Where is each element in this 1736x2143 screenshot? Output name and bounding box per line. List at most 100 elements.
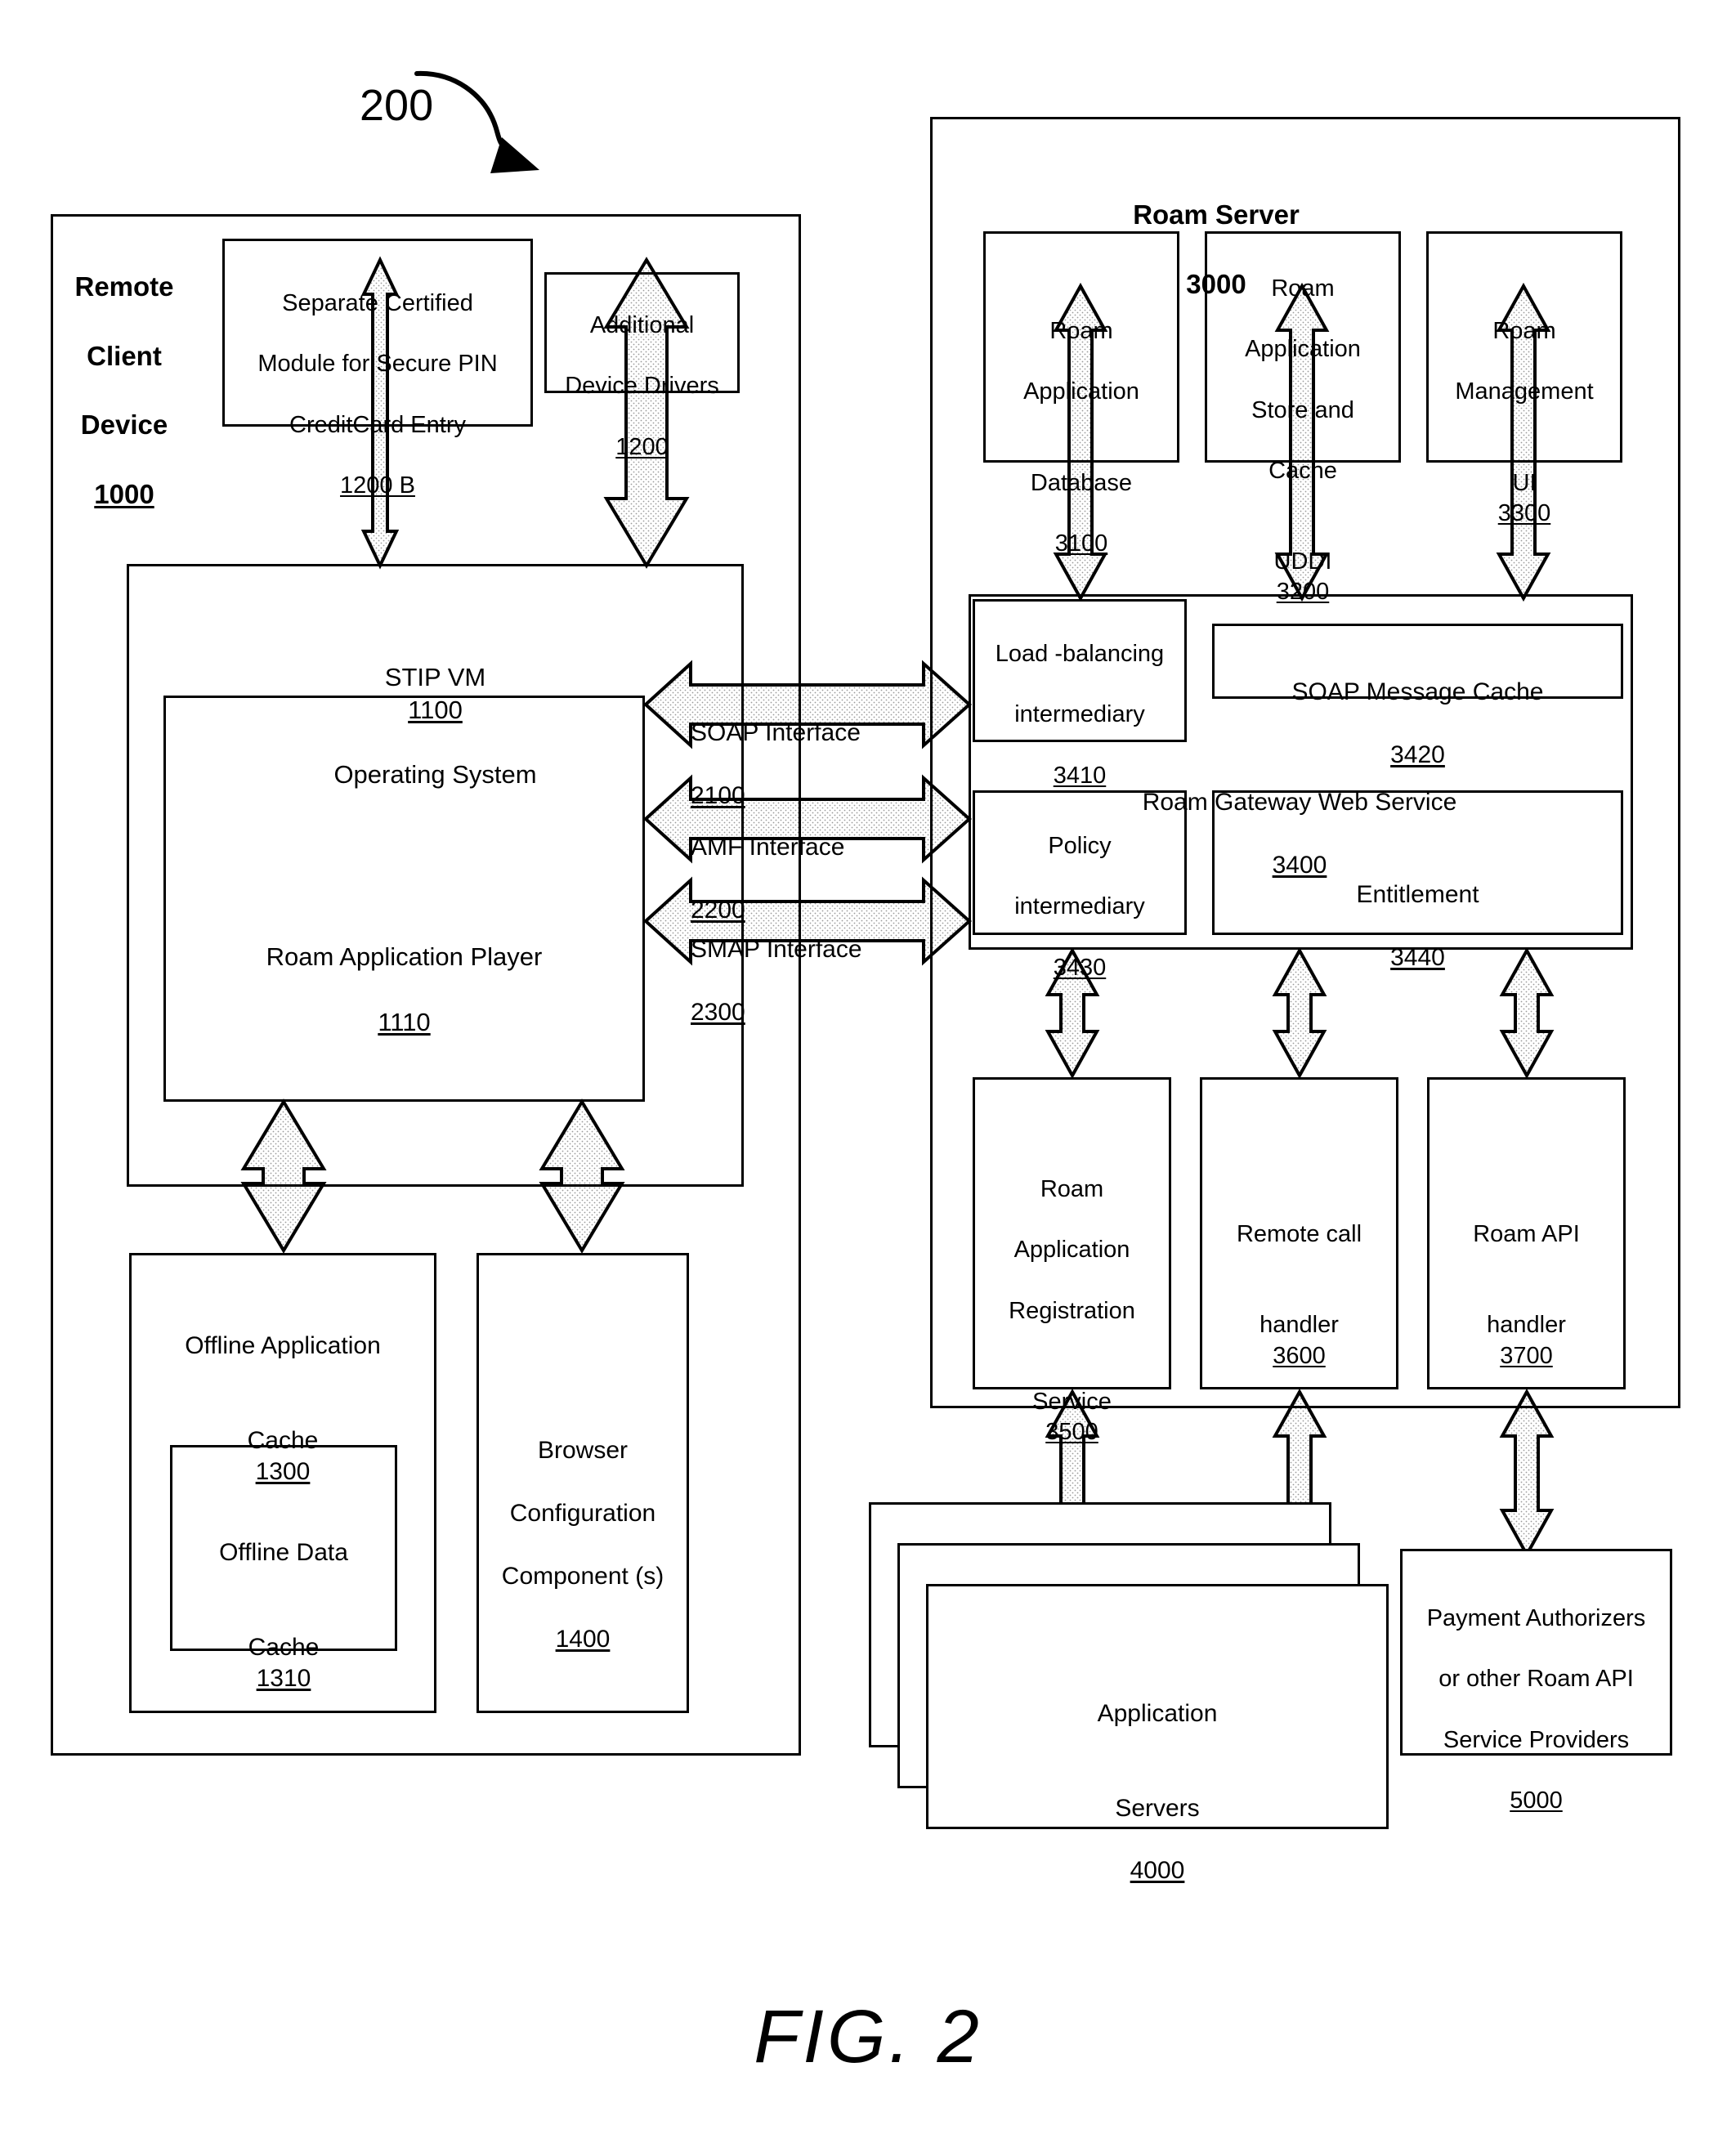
roam-application-database-label: Roam Application Database 3100 <box>983 286 1179 589</box>
roam-api-ref: 3700 <box>1500 1342 1553 1369</box>
roam-application-registration-service-label: Roam Application Registration Service 35… <box>973 1144 1171 1478</box>
application-servers-ref: 4000 <box>1130 1857 1185 1885</box>
policy-line2: intermediary <box>1014 893 1145 920</box>
app-store-line1: Roam <box>1271 275 1335 302</box>
browser-config-line2: Configuration <box>509 1500 656 1528</box>
app-database-line1: Roam <box>1049 318 1113 345</box>
offline-data-cache-line1: Offline Data <box>219 1539 348 1567</box>
app-player-row: Roam Application Player 1110 <box>163 909 645 1039</box>
browser-configuration-component-label: Browser Configuration Component (s) 1400 <box>477 1404 689 1687</box>
device-drivers-ref: 1200 <box>615 433 669 460</box>
app-store-line2: Application <box>1245 336 1361 363</box>
app-database-line3-row: Database 3100 <box>983 438 1179 559</box>
browser-config-ref: 1400 <box>555 1625 611 1653</box>
app-database-ref: 3100 <box>1054 530 1108 557</box>
roam-api-line2-row: handler 3700 <box>1427 1280 1626 1371</box>
payment-authorizers-label: Payment Authorizers or other Roam API Se… <box>1400 1573 1672 1846</box>
remote-call-line2: handler <box>1259 1312 1339 1339</box>
amf-interface-text: AMF Interface <box>691 834 845 861</box>
registration-line2: Application <box>1013 1237 1130 1264</box>
client-title-line2: Client <box>87 340 162 371</box>
secure-module-line2: Module for Secure PIN <box>257 351 498 378</box>
offline-data-cache-ref: 1310 <box>256 1664 311 1692</box>
app-database-line2: Application <box>1023 378 1139 405</box>
callout-200-text: 200 <box>360 81 434 131</box>
load-balancing-line2: intermediary <box>1014 701 1145 728</box>
offline-app-cache-line1: Offline Application <box>185 1332 381 1360</box>
roam-api-line2: handler <box>1487 1312 1566 1339</box>
remote-call-line1: Remote call <box>1236 1221 1362 1248</box>
payment-authorizers-line1: Payment Authorizers <box>1426 1605 1646 1632</box>
registration-ref: 3500 <box>1045 1418 1098 1445</box>
remote-call-ref: 3600 <box>1273 1342 1326 1369</box>
app-player-ref: 1110 <box>378 1007 431 1036</box>
browser-config-line3: Component (s) <box>501 1562 664 1590</box>
offline-data-cache-line2-row: Cache 1310 <box>170 1600 397 1694</box>
registration-line4: Service <box>1032 1388 1112 1415</box>
soap-cache-ref: 3420 <box>1390 741 1445 769</box>
application-servers-line2-row: Servers 4000 <box>926 1761 1389 1887</box>
roam-api-line1: Roam API <box>1473 1221 1580 1248</box>
soap-interface-text: SOAP Interface <box>691 719 861 747</box>
policy-ref: 3430 <box>1053 954 1107 981</box>
additional-device-drivers-label: Additional Device Drivers 1200 <box>544 280 740 493</box>
client-title-ref: 1000 <box>94 478 154 509</box>
figure-caption-text: FIG. 2 <box>754 1995 982 2078</box>
management-ui-line3: UI <box>1512 469 1537 496</box>
stip-vm-title-text: STIP VM <box>384 663 486 692</box>
app-player-label-text: Roam Application Player <box>266 942 543 972</box>
roam-application-player-label: Roam Application Player 1110 <box>163 876 645 1071</box>
offline-data-cache-line2: Cache <box>248 1633 320 1661</box>
payment-authorizers-line3: Service Providers <box>1443 1726 1630 1753</box>
smap-interface-label: SMAP Interface 2300 <box>691 903 924 1029</box>
soap-cache-text: SOAP Message Cache <box>1291 678 1544 706</box>
offline-data-cache-label: Offline Data Cache 1310 <box>170 1506 397 1726</box>
patent-figure-canvas: Remote Client Device 1000 Separate Certi… <box>0 0 1736 2143</box>
smap-interface-text: SMAP Interface <box>691 936 862 964</box>
figure-callout-200: 200 <box>360 21 490 134</box>
arrow-roam-api-handler-to-payment-authorizers <box>1499 1388 1555 1559</box>
registration-line4-row: Service 3500 <box>973 1357 1171 1447</box>
secure-pin-module-label: Separate Certified Module for Secure PIN… <box>222 258 533 531</box>
roam-server-title-text: Roam Server <box>1133 199 1300 230</box>
client-title-line3: Device <box>80 409 168 441</box>
policy-line1: Policy <box>1048 833 1112 860</box>
registration-line1: Roam <box>1040 1176 1104 1203</box>
device-drivers-line2: Device Drivers <box>565 373 719 400</box>
remote-client-device-title: Remote Client Device 1000 <box>59 235 190 546</box>
remote-call-handler-label: Remote call handler 3600 <box>1200 1189 1398 1402</box>
load-balancing-line1: Load -balancing <box>995 641 1165 668</box>
management-ui-line3-row: UI 3300 <box>1426 438 1622 529</box>
entitlement-label: Entitlement 3440 <box>1212 848 1623 974</box>
smap-interface-ref: 2300 <box>691 999 745 1027</box>
client-title-line1: Remote <box>74 271 174 302</box>
application-servers-line2: Servers <box>1115 1794 1200 1822</box>
management-ui-ref: 3300 <box>1497 499 1551 526</box>
load-balancing-ref: 3410 <box>1053 762 1107 789</box>
entitlement-ref: 3440 <box>1390 944 1445 972</box>
application-servers-line1: Application <box>1097 1700 1218 1728</box>
management-ui-line1: Roam <box>1492 318 1556 345</box>
browser-config-line1: Browser <box>537 1437 629 1465</box>
roam-application-store-cache-label: Roam Application Store and Cache UDDI 32… <box>1205 244 1401 638</box>
registration-line3: Registration <box>1009 1297 1135 1324</box>
payment-authorizers-line2: or other Roam API <box>1438 1666 1634 1693</box>
secure-module-line1: Separate Certified <box>282 290 473 317</box>
figure-caption: FIG. 2 <box>0 1994 1736 2080</box>
policy-intermediary-label: Policy intermediary 3430 <box>973 801 1187 1013</box>
remote-call-line2-row: handler 3600 <box>1200 1280 1398 1371</box>
payment-authorizers-ref: 5000 <box>1510 1787 1563 1814</box>
application-servers-label: Application Servers 4000 <box>926 1667 1389 1918</box>
secure-module-ref: 1200 B <box>340 472 415 499</box>
management-ui-line2: Management <box>1455 378 1594 405</box>
entitlement-text: Entitlement <box>1356 881 1479 909</box>
load-balancing-intermediary-label: Load -balancing intermediary 3410 <box>973 609 1187 821</box>
app-store-line4: Cache <box>1268 457 1337 484</box>
roam-api-handler-label: Roam API handler 3700 <box>1427 1189 1626 1402</box>
app-database-line3: Database <box>1030 469 1133 496</box>
app-store-line5: UDDI <box>1273 548 1332 575</box>
roam-management-ui-label: Roam Management UI 3300 <box>1426 286 1622 559</box>
soap-interface-label: SOAP Interface 2100 <box>691 687 924 812</box>
device-drivers-line1: Additional <box>589 312 695 339</box>
secure-module-line3: CreditCard Entry <box>289 411 466 438</box>
